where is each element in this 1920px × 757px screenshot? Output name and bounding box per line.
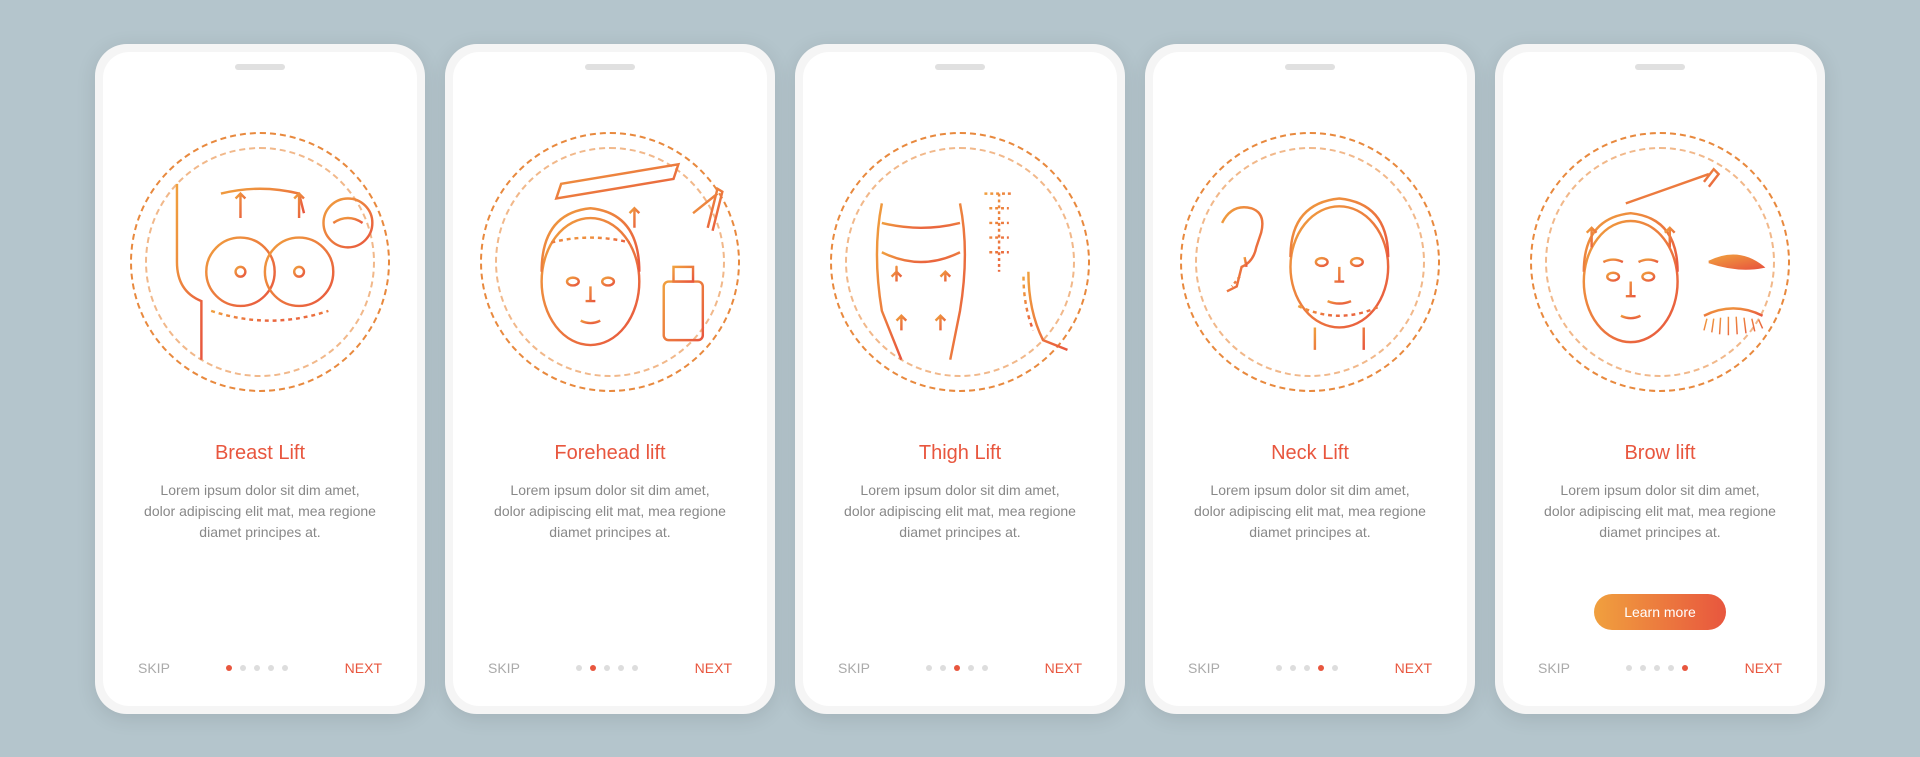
next-button[interactable]: NEXT: [345, 660, 382, 676]
next-button[interactable]: NEXT: [1045, 660, 1082, 676]
phone-screen-4: Neck Lift Lorem ipsum dolor sit dim amet…: [1145, 44, 1475, 714]
dot: [1626, 665, 1632, 671]
brow-lift-icon: [1533, 132, 1787, 392]
neck-lift-icon: [1183, 132, 1437, 392]
dot: [240, 665, 246, 671]
screen-title: Neck Lift: [1183, 442, 1437, 465]
screen-footer: SKIP NEXT: [133, 650, 387, 676]
screen-footer: SKIP NEXT: [1533, 650, 1787, 676]
next-button[interactable]: NEXT: [1745, 660, 1782, 676]
dot: [1332, 665, 1338, 671]
dot: [604, 665, 610, 671]
dot: [1290, 665, 1296, 671]
learn-more-button[interactable]: Learn more: [1594, 594, 1726, 630]
dot: [1682, 665, 1688, 671]
next-button[interactable]: NEXT: [1395, 660, 1432, 676]
dot: [576, 665, 582, 671]
screen-footer: SKIP NEXT: [833, 650, 1087, 676]
dot: [1318, 665, 1324, 671]
skip-button[interactable]: SKIP: [488, 660, 520, 676]
pagination-dots: [226, 665, 288, 671]
dot: [968, 665, 974, 671]
screen-description: Lorem ipsum dolor sit dim amet, dolor ad…: [483, 480, 737, 650]
dot: [940, 665, 946, 671]
illustration-area: [1533, 102, 1787, 422]
dot: [1276, 665, 1282, 671]
breast-lift-icon: [133, 132, 387, 392]
illustration-area: [483, 102, 737, 422]
phone-speaker: [935, 64, 985, 70]
illustration-area: [833, 102, 1087, 422]
skip-button[interactable]: SKIP: [1188, 660, 1220, 676]
forehead-lift-icon: [483, 132, 737, 392]
illustration-area: [1183, 102, 1437, 422]
dot: [954, 665, 960, 671]
screen-description: Lorem ipsum dolor sit dim amet, dolor ad…: [1533, 480, 1787, 594]
onboarding-screens: Breast Lift Lorem ipsum dolor sit dim am…: [95, 44, 1825, 714]
phone-content: Breast Lift Lorem ipsum dolor sit dim am…: [103, 52, 417, 706]
dot: [632, 665, 638, 671]
screen-description: Lorem ipsum dolor sit dim amet, dolor ad…: [833, 480, 1087, 650]
skip-button[interactable]: SKIP: [838, 660, 870, 676]
dot: [1668, 665, 1674, 671]
thigh-lift-icon: [833, 132, 1087, 392]
phone-content: Neck Lift Lorem ipsum dolor sit dim amet…: [1153, 52, 1467, 706]
pagination-dots: [1626, 665, 1688, 671]
pagination-dots: [1276, 665, 1338, 671]
dot: [226, 665, 232, 671]
screen-description: Lorem ipsum dolor sit dim amet, dolor ad…: [1183, 480, 1437, 650]
screen-title: Brow lift: [1533, 442, 1787, 465]
dot: [1640, 665, 1646, 671]
phone-content: Forehead lift Lorem ipsum dolor sit dim …: [453, 52, 767, 706]
skip-button[interactable]: SKIP: [1538, 660, 1570, 676]
dot: [1654, 665, 1660, 671]
dot: [282, 665, 288, 671]
phone-speaker: [585, 64, 635, 70]
screen-description: Lorem ipsum dolor sit dim amet, dolor ad…: [133, 480, 387, 650]
pagination-dots: [926, 665, 988, 671]
phone-content: Brow lift Lorem ipsum dolor sit dim amet…: [1503, 52, 1817, 706]
screen-title: Breast Lift: [133, 442, 387, 465]
dot: [254, 665, 260, 671]
dot: [268, 665, 274, 671]
dot: [982, 665, 988, 671]
phone-screen-1: Breast Lift Lorem ipsum dolor sit dim am…: [95, 44, 425, 714]
screen-footer: SKIP NEXT: [483, 650, 737, 676]
screen-title: Forehead lift: [483, 442, 737, 465]
screen-footer: SKIP NEXT: [1183, 650, 1437, 676]
phone-content: Thigh Lift Lorem ipsum dolor sit dim ame…: [803, 52, 1117, 706]
pagination-dots: [576, 665, 638, 671]
next-button[interactable]: NEXT: [695, 660, 732, 676]
illustration-area: [133, 102, 387, 422]
dot: [926, 665, 932, 671]
screen-title: Thigh Lift: [833, 442, 1087, 465]
dot: [1304, 665, 1310, 671]
phone-screen-2: Forehead lift Lorem ipsum dolor sit dim …: [445, 44, 775, 714]
phone-speaker: [235, 64, 285, 70]
phone-speaker: [1285, 64, 1335, 70]
dot: [618, 665, 624, 671]
phone-screen-3: Thigh Lift Lorem ipsum dolor sit dim ame…: [795, 44, 1125, 714]
dot: [590, 665, 596, 671]
phone-speaker: [1635, 64, 1685, 70]
skip-button[interactable]: SKIP: [138, 660, 170, 676]
phone-screen-5: Brow lift Lorem ipsum dolor sit dim amet…: [1495, 44, 1825, 714]
